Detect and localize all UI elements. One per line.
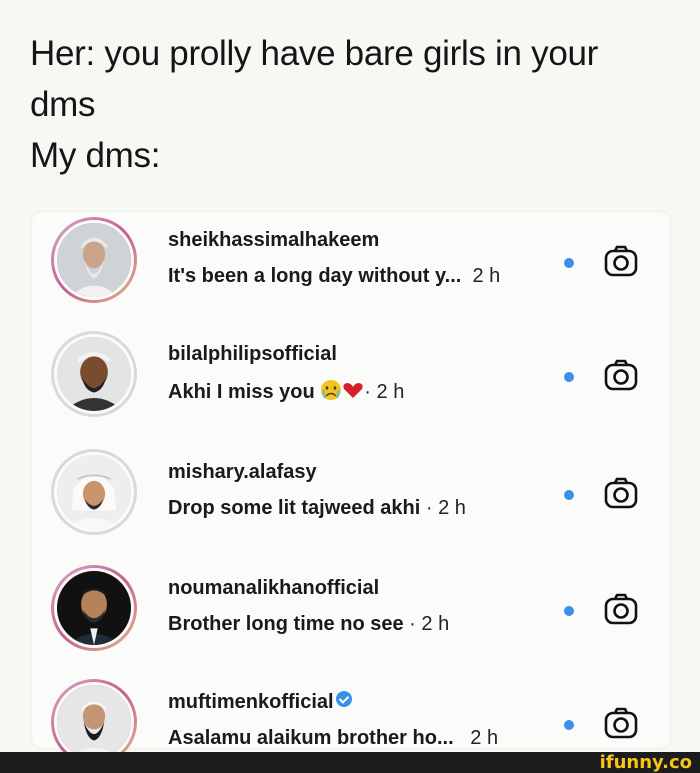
dm-thread-row[interactable]: noumanalikhanofficial Brother long time …: [32, 560, 670, 670]
thread-username: muftimenkofficial: [168, 691, 352, 714]
avatar: [54, 568, 134, 648]
dm-thread-list: sheikhassimalhakeem It's been a long day…: [32, 212, 670, 765]
meme-caption: Her: you prolly have bare girls in your …: [30, 28, 670, 181]
verified-badge-icon: [335, 691, 352, 707]
unread-dot-icon: [564, 720, 574, 730]
message-time: 2 h: [472, 265, 501, 287]
message-text: Drop some lit tajweed akhi: [168, 497, 421, 519]
camera-icon[interactable]: [603, 705, 639, 741]
message-time: 2 h: [421, 613, 450, 635]
caption-line-3: My dms:: [30, 136, 161, 175]
message-text: Asalamu alaikum brother ho...: [168, 727, 454, 749]
avatar: [54, 220, 134, 300]
avatar: [54, 682, 134, 762]
time-separator: ·: [409, 613, 416, 635]
camera-icon[interactable]: [603, 357, 639, 393]
caption-line-2: dms: [30, 85, 96, 124]
username-text: mishary.alafasy: [168, 461, 317, 483]
message-time: 2 h: [470, 727, 499, 749]
message-text: It's been a long day without y...: [168, 265, 462, 287]
message-preview: Brother long time no see · 2 h: [168, 613, 449, 636]
message-preview: Drop some lit tajweed akhi · 2 h: [168, 497, 466, 520]
avatar-frame[interactable]: [51, 449, 137, 535]
camera-icon[interactable]: [603, 243, 639, 279]
dm-thread-row[interactable]: bilalphilipsofficial Akhi I miss you · 2…: [32, 326, 670, 436]
dm-thread-row[interactable]: mishary.alafasy Drop some lit tajweed ak…: [32, 444, 670, 554]
dm-thread-row[interactable]: sheikhassimalhakeem It's been a long day…: [32, 212, 670, 322]
watermark-bar: ifunny.co: [0, 752, 700, 773]
thread-username: bilalphilipsofficial: [168, 343, 337, 366]
crying-face-heart-emoji: [320, 379, 364, 407]
message-time: 2 h: [376, 381, 405, 403]
username-text: sheikhassimalhakeem: [168, 229, 380, 251]
message-preview: Asalamu alaikum brother ho... 2 h: [168, 727, 498, 750]
message-preview: Akhi I miss you · 2 h: [168, 379, 404, 407]
avatar: [54, 452, 134, 532]
time-separator: ·: [364, 381, 371, 403]
message-text: Akhi I miss you: [168, 381, 315, 403]
unread-dot-icon: [564, 490, 574, 500]
message-text: Brother long time no see: [168, 613, 404, 635]
avatar-story-ring[interactable]: [51, 565, 137, 651]
message-time: 2 h: [438, 497, 466, 519]
avatar-frame[interactable]: [51, 331, 137, 417]
thread-username: sheikhassimalhakeem: [168, 229, 379, 252]
watermark-logo: ifunny.co: [599, 752, 692, 773]
unread-dot-icon: [564, 372, 574, 382]
time-separator: ·: [425, 497, 433, 519]
camera-icon[interactable]: [603, 591, 639, 627]
username-text: bilalphilipsofficial: [168, 343, 337, 365]
avatar: [54, 334, 134, 414]
thread-username: mishary.alafasy: [168, 461, 317, 484]
camera-icon[interactable]: [603, 475, 639, 511]
message-preview: It's been a long day without y... 2 h: [168, 265, 500, 288]
username-text: noumanalikhanofficial: [168, 577, 380, 599]
caption-line-1: Her: you prolly have bare girls in your: [30, 34, 599, 73]
unread-dot-icon: [564, 258, 574, 268]
thread-username: noumanalikhanofficial: [168, 577, 379, 600]
username-text: muftimenkofficial: [168, 691, 334, 713]
unread-dot-icon: [564, 606, 574, 616]
avatar-story-ring[interactable]: [51, 217, 137, 303]
